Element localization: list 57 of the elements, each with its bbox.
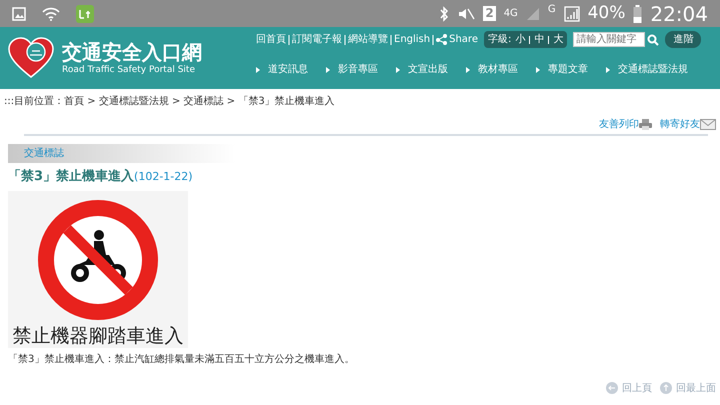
network-label: 4G bbox=[504, 7, 518, 21]
description-text: 「禁3」禁止機車進入：禁止汽缸總排氣量未滿五百五十立方公分之機車進入。 bbox=[7, 352, 356, 366]
sign-caption: 禁止機器腳踏車進入 bbox=[12, 326, 184, 346]
site-subtitle: Road Traffic Safety Portal Site bbox=[62, 66, 196, 74]
breadcrumb-text: :::目前位置：首頁 > 交通標誌暨法規 > 交通標誌 > 「禁3」禁止機車進入 bbox=[3, 94, 336, 109]
divider-line bbox=[344, 34, 346, 44]
bullet-icon bbox=[606, 66, 610, 72]
article-date: (102-1-22) bbox=[134, 170, 193, 183]
bullet-icon bbox=[466, 66, 470, 72]
top-link[interactable]: 網站導覽 bbox=[348, 32, 388, 47]
footer-link[interactable]: 回上頁 bbox=[622, 380, 652, 396]
section-title: 交通標誌 bbox=[24, 148, 64, 159]
action-link[interactable]: 轉寄好友 bbox=[660, 117, 700, 132]
nav-link[interactable]: 教材專區 bbox=[478, 62, 518, 77]
envelope-icon bbox=[700, 119, 716, 130]
font-size-label: 字級: bbox=[488, 32, 512, 47]
top-link[interactable]: 訂閱電子報 bbox=[292, 32, 342, 47]
font-size-option[interactable]: 小 bbox=[515, 32, 526, 47]
share-link[interactable]: Share bbox=[449, 32, 478, 47]
top-link[interactable]: English bbox=[394, 32, 430, 47]
bullet-icon bbox=[396, 66, 400, 72]
site-title: 交通安全入口網 bbox=[62, 42, 202, 62]
battery-percentage: 40% bbox=[588, 2, 626, 25]
search-icon[interactable] bbox=[647, 34, 660, 46]
signal-icon bbox=[564, 6, 580, 22]
font-size-option[interactable]: 中 bbox=[534, 32, 544, 47]
action-link[interactable]: 友善列印 bbox=[599, 117, 639, 132]
advanced-search-button[interactable]: 進階 bbox=[665, 31, 702, 48]
article-title: 「禁3」禁止機車進入 bbox=[8, 169, 134, 184]
battery-icon bbox=[633, 4, 642, 22]
divider-line bbox=[288, 34, 290, 44]
divider-line bbox=[432, 34, 434, 44]
font-size-option[interactable]: 大 bbox=[553, 32, 564, 47]
heart-logo-icon bbox=[8, 37, 54, 79]
mute-icon bbox=[457, 6, 476, 20]
signal-icon bbox=[526, 6, 540, 20]
bullet-icon bbox=[256, 66, 260, 72]
sim-slot-label: 2 bbox=[483, 6, 496, 21]
nav-link[interactable]: 專題文章 bbox=[548, 62, 588, 77]
printer-icon bbox=[639, 119, 652, 130]
bullet-icon bbox=[536, 66, 540, 72]
network-label: G bbox=[548, 2, 556, 16]
divider-line bbox=[390, 34, 392, 44]
footer-link[interactable]: 回最上面 bbox=[676, 380, 716, 396]
wifi-icon bbox=[42, 6, 60, 20]
top-link[interactable]: 回首頁 bbox=[256, 32, 286, 47]
clock-time: 22:04 bbox=[650, 0, 708, 28]
nav-link[interactable]: 道安訊息 bbox=[268, 62, 308, 77]
nav-link[interactable]: 影音專區 bbox=[338, 62, 378, 77]
nav-link[interactable]: 文宣出版 bbox=[408, 62, 448, 77]
bullet-icon bbox=[326, 66, 330, 72]
share-icon bbox=[436, 34, 448, 45]
app-icon bbox=[76, 4, 94, 22]
image-icon bbox=[12, 6, 26, 20]
bluetooth-icon bbox=[439, 6, 450, 22]
nav-link[interactable]: 交通標誌暨法規 bbox=[618, 62, 688, 77]
search-field[interactable]: 請輸入關鍵字 bbox=[573, 32, 646, 47]
